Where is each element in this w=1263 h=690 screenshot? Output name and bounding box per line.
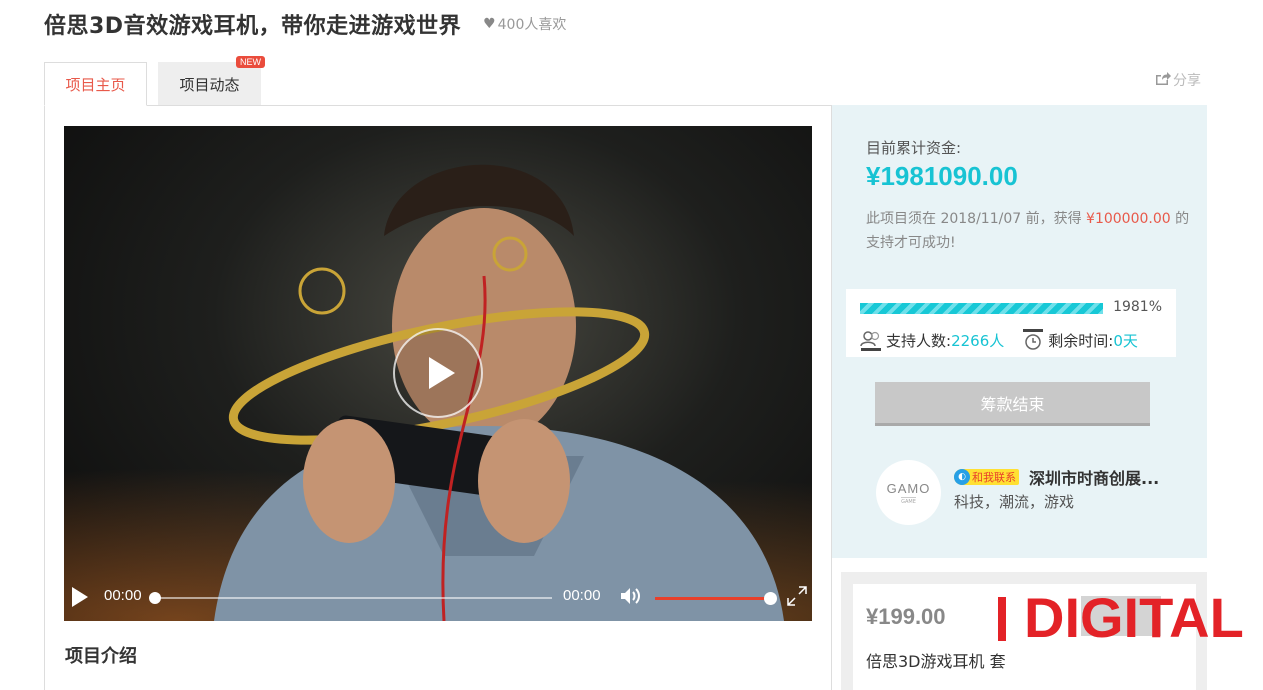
tab-label: 项目动态: [179, 75, 240, 94]
tab-project-home[interactable]: 项目主页: [44, 62, 147, 106]
organizer-name[interactable]: 深圳市时商创展...: [1029, 465, 1159, 489]
organizer-tags: 科技，潮流，游戏: [954, 493, 1075, 511]
fullscreen-icon[interactable]: [786, 585, 808, 607]
watermark-bar: [998, 597, 1006, 641]
volume-icon[interactable]: [620, 586, 642, 606]
tab-bar: 项目主页 项目动态 NEW: [44, 56, 265, 106]
volume-slider[interactable]: [655, 597, 769, 600]
raised-amount: ¥1981090.00: [866, 161, 1018, 191]
contact-badge-label: 和我联系: [972, 471, 1016, 484]
title-row: 倍思3D音效游戏耳机，带你走进游戏世界 ♥ 400人喜欢: [44, 8, 566, 40]
share-icon: [1155, 71, 1171, 89]
progress-fill: [860, 303, 1103, 314]
organizer-logo[interactable]: GAMO GAME: [876, 460, 941, 525]
section-title: 项目介绍: [65, 646, 137, 667]
heart-icon: ♥: [483, 16, 496, 32]
remaining-label: 剩余时间:: [1048, 331, 1114, 350]
funding-ended-button[interactable]: 筹款结束: [875, 382, 1150, 426]
duration: 00:00: [563, 587, 601, 604]
likes-count: 400人喜欢: [497, 17, 567, 33]
tab-project-updates[interactable]: 项目动态 NEW: [158, 56, 265, 106]
remaining-value: 0天: [1113, 331, 1138, 350]
raised-label: 目前累计资金:: [866, 139, 962, 157]
progress-card: 1981% 支持人数: 2266人 剩余时间: 0天: [846, 289, 1176, 357]
main-panel: 00:00 00:00 项目介绍: [44, 105, 832, 690]
share-label: 分享: [1173, 73, 1201, 89]
backers-value: 2266人: [951, 331, 1005, 350]
current-time: 00:00: [104, 587, 142, 604]
contact-badge[interactable]: ◐ 和我联系: [954, 469, 1019, 485]
page-title: 倍思3D音效游戏耳机，带你走进游戏世界: [44, 14, 462, 39]
goal-amount: ¥100000.00: [1086, 211, 1171, 227]
users-icon: [860, 331, 881, 351]
watermark-text: DIGITAL: [1024, 586, 1244, 649]
funding-panel: 目前累计资金: ¥1981090.00 此项目须在 2018/11/07 前，获…: [832, 105, 1207, 558]
play-pause-button[interactable]: [72, 587, 88, 607]
play-icon: [429, 357, 455, 389]
clock-icon: [1023, 329, 1044, 350]
seek-thumb[interactable]: [149, 592, 161, 604]
play-overlay-button[interactable]: [393, 328, 483, 418]
goal-text: 此项目须在 2018/11/07 前，获得 ¥100000.00 的支持才可成功…: [866, 207, 1196, 255]
organizer-row: ◐ 和我联系 深圳市时商创展...: [954, 465, 1159, 489]
logo-subtext: GAME: [901, 496, 916, 505]
backers-label: 支持人数:: [886, 331, 952, 350]
digital-watermark: DIGITAL: [998, 586, 1244, 650]
video-controls: 00:00 00:00: [64, 573, 812, 621]
logo-text: GAMO: [886, 480, 931, 496]
seek-bar[interactable]: [154, 597, 552, 599]
volume-thumb[interactable]: [764, 592, 777, 605]
share-button[interactable]: 分享: [1155, 70, 1201, 90]
goal-prefix: 此项目须在 2018/11/07 前，获得: [866, 211, 1087, 227]
stats-row: 支持人数: 2266人 剩余时间: 0天: [860, 329, 1138, 351]
progress-percent: 1981%: [1113, 299, 1162, 315]
video-player[interactable]: 00:00 00:00: [64, 126, 812, 621]
reward-name: 倍思3D游戏耳机 套: [866, 652, 1006, 671]
new-badge: NEW: [236, 56, 265, 68]
likes-button[interactable]: ♥ 400人喜欢: [483, 14, 566, 34]
reward-price: ¥199.00: [866, 604, 946, 629]
contact-icon: ◐: [954, 469, 970, 485]
progress-bar: [860, 303, 1103, 314]
tab-label: 项目主页: [65, 75, 126, 94]
